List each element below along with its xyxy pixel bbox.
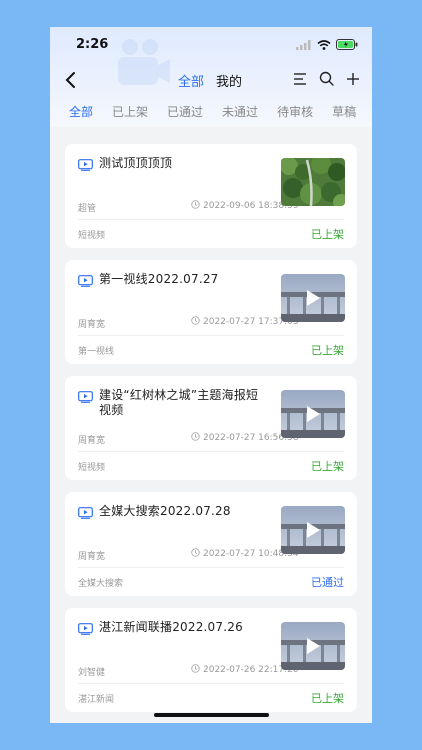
- video-card[interactable]: 第一视线2022.07.27 周育宽 2022-07-27 17:37:03 第…: [65, 260, 357, 364]
- video-status-badge: 已上架: [311, 460, 344, 473]
- video-title: 湛江新闻联播2022.07.26: [99, 620, 243, 634]
- card-divider: [78, 219, 344, 220]
- nav-bar: 全部 我的: [50, 65, 372, 95]
- tab-mine[interactable]: 我的: [216, 71, 242, 90]
- video-type-icon: [78, 388, 99, 418]
- video-author: 刘智健: [78, 668, 106, 678]
- video-status-badge: 已上架: [311, 228, 344, 241]
- phone-screen: 2:26 全部 我的 全部 已上架 已通过 未通过 待审核 草稿 测试顶顶顶顶 …: [50, 27, 372, 723]
- tab-all[interactable]: 全部: [178, 71, 204, 90]
- nav-actions: [293, 71, 360, 86]
- video-card[interactable]: 全媒大搜索2022.07.28 周育宽 2022-07-27 10:48:54 …: [65, 492, 357, 596]
- video-status-badge: 已上架: [311, 692, 344, 705]
- video-thumbnail[interactable]: [281, 274, 345, 322]
- wifi-icon: [317, 39, 331, 50]
- video-status-badge: 已通过: [311, 576, 344, 589]
- menu-icon[interactable]: [293, 72, 307, 86]
- filter-tab-pending[interactable]: 待审核: [277, 103, 313, 129]
- video-category: 湛江新闻: [78, 695, 115, 705]
- home-indicator[interactable]: [154, 713, 269, 717]
- clock-icon: [191, 200, 200, 212]
- video-title-row: 第一视线2022.07.27: [78, 272, 268, 291]
- search-icon[interactable]: [319, 71, 334, 86]
- video-card[interactable]: 建设“红树林之城”主题海报短视频 周育宽 2022-07-27 16:56:58…: [65, 376, 357, 480]
- video-category: 全媒大搜索: [78, 579, 124, 589]
- video-status-badge: 已上架: [311, 344, 344, 357]
- filter-tab-all[interactable]: 全部: [69, 103, 93, 129]
- video-title: 第一视线2022.07.27: [99, 272, 219, 286]
- video-author: 超管: [78, 204, 97, 214]
- video-category: 短视频: [78, 231, 106, 241]
- video-thumbnail[interactable]: [281, 506, 345, 554]
- video-author: 周育宽: [78, 552, 106, 562]
- video-title-row: 测试顶顶顶顶: [78, 156, 268, 175]
- video-category: 第一视线: [78, 347, 115, 357]
- clock-icon: [191, 432, 200, 444]
- filter-tab-rejected[interactable]: 未通过: [222, 103, 258, 129]
- battery-icon: [336, 39, 358, 50]
- video-type-icon: [78, 156, 99, 175]
- video-title-row: 建设“红树林之城”主题海报短视频: [78, 388, 268, 418]
- clock-icon: [191, 316, 200, 328]
- clock-icon: [191, 664, 200, 676]
- add-icon[interactable]: [346, 72, 360, 86]
- video-title: 建设“红树林之城”主题海报短视频: [99, 388, 259, 417]
- status-bar: 2:26: [50, 27, 372, 63]
- video-thumbnail[interactable]: [281, 390, 345, 438]
- card-divider: [78, 683, 344, 684]
- video-title-row: 全媒大搜索2022.07.28: [78, 504, 268, 523]
- back-icon[interactable]: [62, 69, 82, 91]
- video-author: 周育宽: [78, 320, 106, 330]
- video-title-row: 湛江新闻联播2022.07.26: [78, 620, 268, 639]
- video-type-icon: [78, 620, 99, 639]
- scope-tabs: 全部 我的: [178, 71, 242, 90]
- filter-tab-published[interactable]: 已上架: [112, 103, 148, 129]
- video-thumbnail[interactable]: [281, 158, 345, 206]
- video-category: 短视频: [78, 463, 106, 473]
- video-author: 周育宽: [78, 436, 106, 446]
- video-type-icon: [78, 272, 99, 291]
- card-divider: [78, 567, 344, 568]
- signal-icon: [296, 39, 311, 50]
- status-icons: [296, 39, 358, 50]
- card-divider: [78, 335, 344, 336]
- video-type-icon: [78, 504, 99, 523]
- video-title: 测试顶顶顶顶: [99, 156, 173, 170]
- card-divider: [78, 451, 344, 452]
- video-card[interactable]: 测试顶顶顶顶 超管 2022-09-06 18:38:59 短视频 已上架: [65, 144, 357, 248]
- clock-icon: [191, 548, 200, 560]
- video-card[interactable]: 湛江新闻联播2022.07.26 刘智健 2022-07-26 22:17:20…: [65, 608, 357, 712]
- status-time: 2:26: [76, 37, 109, 52]
- filter-tab-draft[interactable]: 草稿: [332, 103, 356, 129]
- filter-tabs: 全部 已上架 已通过 未通过 待审核 草稿: [50, 103, 372, 129]
- video-thumbnail[interactable]: [281, 622, 345, 670]
- video-title: 全媒大搜索2022.07.28: [99, 504, 231, 518]
- filter-tab-approved[interactable]: 已通过: [167, 103, 203, 129]
